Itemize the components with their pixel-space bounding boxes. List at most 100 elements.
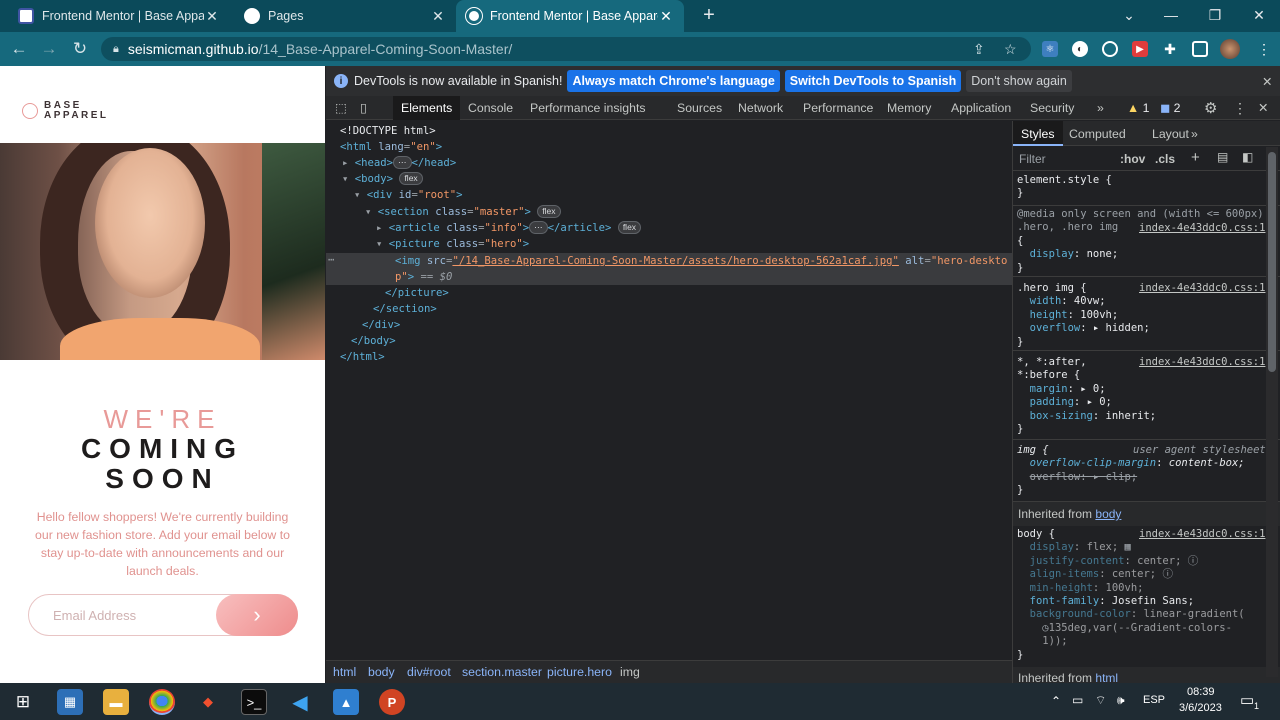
css-value[interactable]: 1));	[1042, 635, 1067, 647]
extension-icon[interactable]: ⚛	[1042, 41, 1058, 57]
css-value[interactable]: 135deg,var(--Gradient-colors-	[1049, 622, 1232, 634]
css-value[interactable]: linear-gradient(	[1143, 608, 1244, 620]
info-icon[interactable]: ⓘ	[1188, 555, 1199, 567]
breadcrumb-item[interactable]: div#root	[407, 665, 451, 679]
dom-line-selected[interactable]: <img src="/14_Base-Apparel-Coming-Soon-M…	[395, 253, 1007, 269]
battery-icon[interactable]: ▭	[1072, 693, 1083, 707]
tab-styles[interactable]: Styles	[1013, 121, 1063, 146]
styles-scrollbar[interactable]	[1266, 147, 1278, 677]
restore-icon[interactable]: ❐	[1194, 0, 1236, 30]
css-value[interactable]: 0;	[1093, 383, 1106, 395]
css-source-link[interactable]: index-4e43ddc0.css:1	[1139, 528, 1265, 541]
dom-line[interactable]: <html lang="en">	[340, 139, 442, 155]
forward-arrow-icon[interactable]: →	[38, 38, 60, 60]
paint-icon[interactable]: ▤	[1217, 150, 1228, 164]
tab-console[interactable]: Console	[468, 96, 513, 120]
flex-badge[interactable]: flex	[537, 205, 561, 218]
dom-line[interactable]: ▾ <body> flex	[342, 171, 423, 187]
dom-line-dots[interactable]: ⋯	[328, 252, 334, 268]
language-indicator[interactable]: ESP	[1143, 694, 1165, 706]
tab-layout[interactable]: Layout	[1152, 127, 1189, 141]
css-property[interactable]: overflow-clip-margin	[1030, 457, 1156, 469]
css-rule[interactable]: body { display: flex; ▦ justify-content:…	[1017, 528, 1245, 662]
css-property[interactable]: min-height	[1030, 582, 1093, 594]
clock-date[interactable]: 3/6/2023	[1179, 702, 1222, 714]
volume-icon[interactable]: 🕪︎	[1117, 693, 1125, 708]
close-icon[interactable]: ✕	[204, 8, 220, 25]
scrollbar-thumb[interactable]	[1268, 152, 1276, 372]
css-property[interactable]: width	[1030, 295, 1062, 307]
tab-computed[interactable]: Computed	[1069, 127, 1126, 141]
clock-time[interactable]: 08:39	[1187, 686, 1215, 698]
info-icon[interactable]: ⓘ	[1162, 568, 1173, 580]
css-value[interactable]: content-box;	[1169, 457, 1245, 469]
ellipsis-badge[interactable]: ⋯	[529, 221, 548, 234]
tab-elements[interactable]: Elements	[393, 96, 461, 120]
breadcrumb-item[interactable]: html	[333, 665, 356, 679]
css-property[interactable]: padding	[1030, 396, 1074, 408]
extension-icon[interactable]: ▶	[1132, 41, 1148, 57]
css-value[interactable]: Josefin Sans;	[1112, 595, 1194, 607]
photos-icon[interactable]: ▲	[333, 689, 359, 715]
add-rule-icon[interactable]: +	[1191, 149, 1200, 166]
extension-icon[interactable]: ◐	[1072, 41, 1088, 57]
css-property[interactable]: justify-content	[1030, 555, 1125, 567]
inherited-link[interactable]: body	[1095, 507, 1121, 521]
dom-line[interactable]: <!DOCTYPE html>	[340, 123, 436, 139]
css-property[interactable]: margin	[1030, 383, 1068, 395]
address-bar[interactable]: 🔒︎ seismicman.github.io /14_Base-Apparel…	[101, 37, 1031, 61]
chevron-up-icon[interactable]: ⌃	[1051, 694, 1061, 708]
css-property[interactable]: overflow	[1030, 471, 1081, 483]
css-property[interactable]: height	[1030, 309, 1068, 321]
breadcrumb-item[interactable]: section.master	[462, 665, 542, 679]
css-property[interactable]: display	[1030, 248, 1074, 260]
message-icon[interactable]: ◼ 2	[1160, 96, 1180, 120]
css-rule[interactable]: *, *:after, *:before { margin: ▸ 0; padd…	[1017, 356, 1156, 436]
tab-search-icon[interactable]: ⌄	[1108, 0, 1150, 30]
bookmark-star-icon[interactable]: ☆	[1004, 41, 1017, 58]
more-tabs-icon[interactable]: »	[1097, 96, 1104, 120]
share-icon[interactable]: ⇪	[973, 41, 985, 58]
avatar[interactable]	[1220, 39, 1240, 59]
dom-line-selected[interactable]: p"> == $0	[395, 269, 452, 285]
css-value[interactable]: 40vw;	[1074, 295, 1106, 307]
close-icon[interactable]: ✕	[1262, 74, 1272, 89]
chrome-icon[interactable]	[149, 689, 175, 715]
browser-tab-active[interactable]: Frontend Mentor | Base Apparel ✕	[456, 0, 684, 32]
css-value[interactable]: flex;	[1087, 541, 1119, 553]
dom-line[interactable]: </html>	[340, 349, 385, 365]
css-source-link[interactable]: index-4e43ddc0.css:1	[1139, 282, 1265, 295]
menu-dots-icon[interactable]: ⋮	[1233, 96, 1247, 120]
css-rule[interactable]: element.style {}	[1017, 174, 1112, 201]
terminal-icon[interactable]: >_	[241, 689, 267, 715]
network-icon[interactable]: ⌔	[1095, 693, 1106, 708]
dom-line[interactable]: </section>	[373, 301, 437, 317]
css-value[interactable]: 0;	[1099, 396, 1112, 408]
dom-line[interactable]: ▾ <picture class="hero">	[376, 236, 529, 252]
css-value[interactable]: clip;	[1106, 471, 1138, 483]
dom-line[interactable]: </picture>	[385, 285, 449, 301]
dom-line[interactable]: ▸ <article class="info"> ⋯ </article> flex	[376, 220, 642, 236]
css-value[interactable]: 100vh;	[1106, 582, 1144, 594]
tab-network[interactable]: Network	[738, 96, 783, 120]
side-panel-icon[interactable]	[1192, 41, 1208, 57]
tab-application[interactable]: Application	[951, 96, 1011, 120]
tab-performance-insights[interactable]: Performance insights	[530, 96, 646, 120]
puzzle-icon[interactable]: ✚	[1162, 41, 1178, 57]
notification-icon[interactable]: ▭	[1240, 691, 1254, 709]
dom-line[interactable]: ▾ <section class="master"> flex	[365, 204, 561, 220]
browser-tab[interactable]: Pages ✕	[234, 0, 456, 32]
css-source-link[interactable]: index-4e43ddc0.css:1	[1139, 356, 1265, 369]
powerpoint-icon[interactable]: P	[379, 689, 405, 715]
switch-language-button[interactable]: Switch DevTools to Spanish	[784, 70, 962, 92]
cls-toggle[interactable]: .cls	[1155, 152, 1175, 166]
sidebar-toggle-icon[interactable]: ◧	[1242, 150, 1253, 164]
css-value[interactable]: 100vh;	[1080, 309, 1118, 321]
css-property[interactable]: font-family	[1030, 595, 1100, 607]
vscode-icon[interactable]: ◀	[287, 689, 313, 715]
tab-memory[interactable]: Memory	[887, 96, 931, 120]
css-value[interactable]: none;	[1087, 248, 1119, 260]
css-rule[interactable]: .hero img { width: 40vw; height: 100vh; …	[1017, 282, 1150, 349]
flex-editor-icon[interactable]: ▦	[1125, 541, 1131, 553]
css-property[interactable]: display	[1030, 541, 1074, 553]
